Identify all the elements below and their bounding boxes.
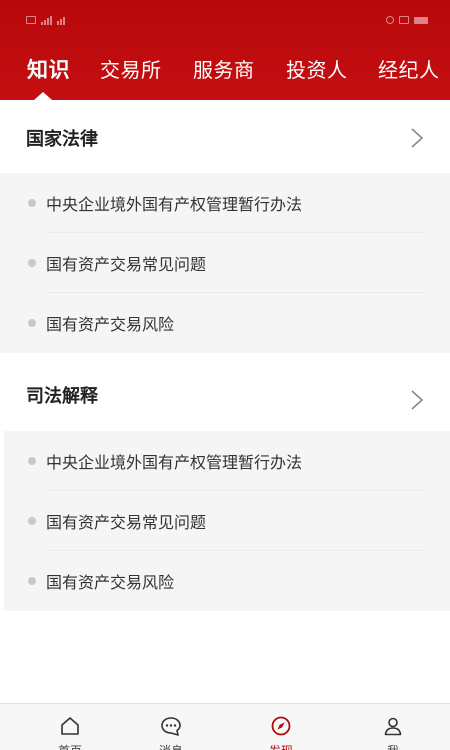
vibrate-icon: [399, 16, 409, 24]
list-item[interactable]: 国有资产交易常见问题: [0, 233, 450, 293]
list-item[interactable]: 中央企业境外国有产权管理暂行办法: [4, 431, 450, 491]
tab-knowledge[interactable]: 知识: [27, 54, 70, 84]
bullet-dot: [28, 199, 36, 207]
bullet-dot: [28, 517, 36, 525]
list-item-label: 国有资产交易风险: [46, 315, 175, 334]
bullet-dot: [28, 577, 36, 585]
bottom-nav: 首页 消息 发现 我: [0, 703, 450, 750]
section-header-judicial-interpretation[interactable]: 司法解释: [0, 360, 450, 430]
battery-icon: [414, 16, 428, 24]
bullet-dot: [28, 319, 36, 327]
active-tab-indicator: [34, 92, 52, 100]
list-item-label: 中央企业境外国有产权管理暂行办法: [46, 195, 303, 214]
user-icon: [384, 717, 402, 736]
nav-label: 首页: [40, 742, 100, 750]
section-list-national-law: 中央企业境外国有产权管理暂行办法 国有资产交易常见问题 国有资产交易风险: [0, 173, 450, 353]
wifi-icon: [57, 16, 65, 25]
list-item[interactable]: 国有资产交易风险: [4, 551, 450, 611]
section-header-national-law[interactable]: 国家法律: [0, 103, 450, 173]
nav-messages[interactable]: 消息: [141, 704, 201, 750]
section-list-judicial-interpretation: 中央企业境外国有产权管理暂行办法 国有资产交易常见问题 国有资产交易风险: [4, 431, 450, 611]
sim-icon: [26, 16, 36, 24]
section-title: 国家法律: [26, 129, 98, 150]
nav-label: 发现: [251, 742, 311, 750]
nav-label: 我: [363, 742, 423, 750]
tab-service-provider[interactable]: 服务商: [193, 54, 255, 83]
tab-exchange[interactable]: 交易所: [100, 54, 162, 83]
compass-icon: [271, 716, 291, 736]
bullet-dot: [28, 259, 36, 267]
alarm-icon: [386, 16, 394, 24]
bullet-dot: [28, 457, 36, 465]
list-item[interactable]: 国有资产交易常见问题: [4, 491, 450, 551]
nav-me[interactable]: 我: [363, 704, 423, 750]
nav-home[interactable]: 首页: [40, 704, 100, 750]
list-item[interactable]: 国有资产交易风险: [0, 293, 450, 353]
header: 知识 交易所 服务商 投资人 经纪人: [0, 0, 450, 100]
list-item[interactable]: 中央企业境外国有产权管理暂行办法: [0, 173, 450, 233]
tab-investor[interactable]: 投资人: [286, 54, 348, 83]
nav-label: 消息: [141, 742, 201, 750]
home-icon: [61, 717, 79, 735]
signal-icon: [41, 15, 52, 25]
list-item-label: 中央企业境外国有产权管理暂行办法: [46, 453, 303, 472]
status-left: [26, 15, 65, 25]
list-item-label: 国有资产交易常见问题: [46, 513, 207, 532]
status-bar: [0, 0, 450, 40]
chevron-right-icon: [411, 128, 424, 148]
message-icon: [161, 717, 181, 736]
category-tabs: 知识 交易所 服务商 投资人 经纪人: [0, 40, 450, 100]
list-item-label: 国有资产交易常见问题: [46, 255, 207, 274]
nav-discover[interactable]: 发现: [251, 704, 311, 750]
chevron-right-icon: [411, 390, 424, 410]
section-title: 司法解释: [26, 386, 98, 407]
tab-broker[interactable]: 经纪人: [378, 54, 440, 83]
list-item-label: 国有资产交易风险: [46, 573, 175, 592]
status-right: [386, 16, 428, 24]
